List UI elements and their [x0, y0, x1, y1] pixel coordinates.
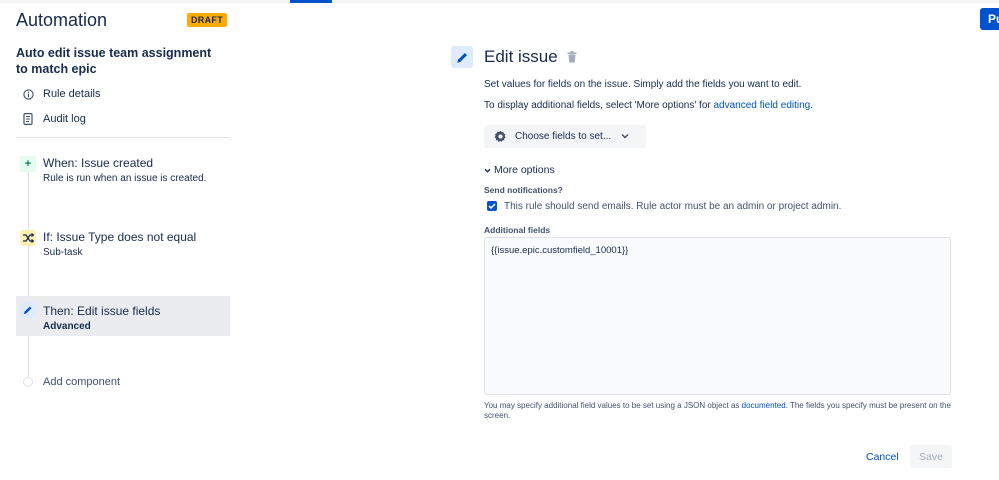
editor-description: Set values for fields on the issue. Simp… [484, 79, 802, 90]
send-notifications-checkbox[interactable] [487, 201, 497, 211]
rule-step-action[interactable]: Then: Edit issue fields Advanced [16, 296, 230, 336]
trash-icon[interactable] [567, 50, 577, 68]
status-badge: DRAFT [187, 13, 227, 27]
chevron-down-icon [484, 168, 491, 173]
more-options-toggle[interactable]: More options [484, 164, 555, 176]
pencil-icon [20, 302, 36, 318]
step-title: When: Issue created [43, 156, 154, 170]
document-icon [22, 113, 34, 125]
more-options-label: More options [494, 164, 555, 176]
send-notifications-label: Send notifications? [484, 185, 563, 195]
plus-icon: + [20, 156, 36, 172]
editor-title: Edit issue [484, 47, 558, 66]
sidebar-item-label: Rule details [43, 88, 101, 100]
save-button[interactable]: Save [910, 445, 952, 468]
step-subtitle: Rule is run when an issue is created. [43, 173, 207, 184]
sidebar-item-rule-details[interactable]: Rule details [22, 86, 100, 102]
chevron-down-icon [621, 131, 629, 142]
add-component-link[interactable]: Add component [43, 376, 120, 388]
cancel-button[interactable]: Cancel [862, 447, 903, 467]
sidebar-item-audit-log[interactable]: Audit log [22, 111, 86, 127]
choose-fields-label: Choose fields to set... [515, 131, 612, 142]
step-subtitle: Advanced [43, 321, 91, 332]
additional-fields-label: Additional fields [484, 225, 551, 235]
publish-button[interactable]: Pu [980, 8, 999, 30]
timeline-line [28, 170, 29, 380]
choose-fields-dropdown[interactable]: Choose fields to set... [484, 125, 646, 148]
rule-step-trigger[interactable]: + When: Issue created Rule is run when a… [16, 155, 230, 191]
step-subtitle: Sub-task [43, 247, 83, 258]
help-text-part: You may specify additional field values … [484, 401, 742, 410]
check-icon [488, 203, 496, 209]
send-notifications-text: This rule should send emails. Rule actor… [504, 201, 842, 212]
pencil-icon [451, 46, 473, 68]
description-text: To display additional fields, select 'Mo… [484, 100, 714, 111]
page-title: Automation [16, 10, 108, 30]
step-title: If: Issue Type does not equal [43, 230, 197, 244]
info-icon [22, 88, 34, 100]
gear-icon [494, 130, 507, 143]
advanced-field-editing-link[interactable]: advanced field editing [714, 100, 811, 111]
additional-fields-input[interactable]: {{issue.epic.customfield_10001}} [484, 237, 951, 395]
sidebar-item-label: Audit log [43, 113, 86, 125]
shuffle-icon [20, 230, 36, 246]
rule-name: Auto edit issue team assignment to match… [16, 46, 212, 76]
rule-step-condition[interactable]: If: Issue Type does not equal Sub-task [16, 229, 230, 265]
help-text: You may specify additional field values … [484, 401, 954, 421]
top-tab-bar [0, 0, 999, 3]
step-title: Then: Edit issue fields [43, 304, 161, 318]
description-text: . [810, 100, 814, 111]
add-component-node [23, 377, 33, 387]
active-tab-indicator [290, 0, 332, 3]
editor-description-advanced: To display additional fields, select 'Mo… [484, 100, 813, 111]
divider [16, 137, 230, 138]
documented-link[interactable]: documented [742, 401, 786, 410]
